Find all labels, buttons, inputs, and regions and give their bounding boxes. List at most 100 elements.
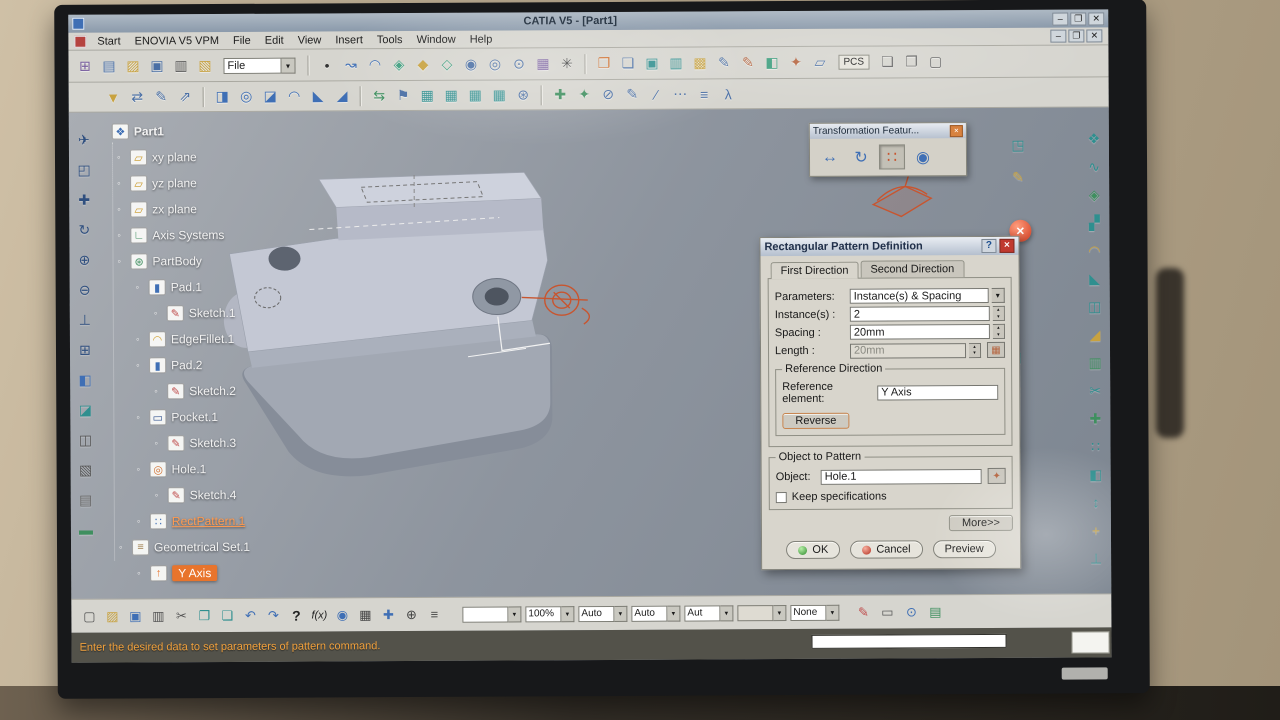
chevron-down-icon[interactable] (826, 604, 839, 620)
tree-item-sketch2[interactable]: Sketch.2 (100, 378, 249, 405)
menu-item[interactable]: Window (410, 32, 463, 46)
instances-input[interactable]: 2 (850, 306, 990, 322)
pocket-tool-icon[interactable]: ◎ (236, 86, 257, 107)
chamfer-icon[interactable]: ◣ (1084, 267, 1106, 289)
cut-icon[interactable]: ✂ (171, 606, 191, 626)
redo-icon[interactable]: ↷ (263, 605, 283, 625)
toolbar-combo[interactable]: None (790, 604, 839, 620)
keep-specifications-checkbox[interactable] (776, 492, 787, 503)
manual-icon[interactable]: ▤ (925, 602, 945, 622)
print-document-icon[interactable]: ▥ (170, 55, 191, 76)
zoom-area-icon[interactable]: ◉ (460, 54, 481, 75)
mirror-icon[interactable]: ◧ (1085, 463, 1107, 485)
length-stepper[interactable]: ▴▾ (969, 343, 981, 358)
tree-item-pad2[interactable]: Pad.2 (100, 352, 249, 379)
dialog-tab[interactable]: First Direction (771, 262, 859, 279)
chevron-down-icon[interactable] (561, 606, 574, 622)
parameters-combo[interactable]: Instance(s) & Spacing (850, 288, 989, 304)
view-mode-icon[interactable]: ◳ (1007, 134, 1029, 156)
normal-view-icon[interactable]: ⊥ (74, 309, 96, 331)
burst-icon[interactable]: ✳ (556, 53, 577, 74)
maximize-button[interactable]: ❐ (1070, 12, 1086, 25)
formula-icon[interactable]: λ (718, 83, 739, 104)
tree-item-sketch3[interactable]: Sketch.3 (100, 430, 249, 457)
fill-surface-icon[interactable]: ◇ (436, 54, 457, 75)
iso-view-icon[interactable]: ◧ (74, 369, 96, 391)
point-icon[interactable]: • (316, 54, 337, 75)
doc-restore-button[interactable]: ❐ (1068, 29, 1084, 42)
pcs-button[interactable]: PCS (838, 55, 869, 70)
catalog-icon[interactable]: ▩ (689, 52, 710, 73)
circular-pattern-icon[interactable]: ◉ (910, 144, 936, 169)
formula-fx-icon[interactable]: f(x) (309, 605, 329, 625)
split-icon[interactable]: ✂ (1084, 379, 1106, 401)
zoom-in-icon[interactable]: ⊕ (73, 249, 95, 271)
menu-item[interactable]: Insert (328, 33, 370, 47)
sew-surface-icon[interactable]: ✚ (1084, 407, 1106, 429)
copy-icon[interactable]: ❐ (194, 606, 214, 626)
new-document-icon[interactable]: ▤ (98, 56, 119, 77)
arc-icon[interactable]: ◠ (364, 54, 385, 75)
object-input[interactable]: Hole.1 (821, 469, 982, 485)
tile-horizontally-icon[interactable]: ❏ (877, 51, 898, 72)
view-front-icon[interactable]: ▦ (441, 85, 462, 106)
reference-element-input[interactable]: Y Axis (877, 384, 998, 400)
shaft-tool-icon[interactable]: ◪ (260, 86, 281, 107)
sketch-analysis-icon[interactable]: ✎ (1007, 166, 1029, 188)
pen-tool-icon[interactable]: ✎ (151, 86, 172, 107)
tree-item-edgefillet1[interactable]: EdgeFillet.1 (100, 326, 249, 353)
help-icon[interactable]: ? (981, 239, 996, 253)
sketch-tools-icon[interactable]: ✎ (622, 84, 643, 105)
zoom-fit-icon[interactable]: ◎ (484, 54, 505, 75)
chevron-down-icon[interactable] (281, 57, 295, 73)
select-object-icon[interactable]: ✦ (988, 468, 1006, 484)
cancel-button[interactable]: Cancel (850, 540, 922, 558)
chevron-down-icon[interactable] (508, 606, 521, 622)
shell-icon[interactable]: ◫ (1084, 295, 1106, 317)
pad-tool-icon[interactable]: ◨ (212, 86, 233, 107)
toolbar-combo[interactable]: Auto (578, 605, 627, 621)
ground-icon[interactable]: ▬ (75, 519, 97, 541)
visualization-icon[interactable]: ◉ (332, 605, 352, 625)
magnifier-icon[interactable]: ⊙ (508, 53, 529, 74)
view-top-icon[interactable]: ▦ (417, 85, 438, 106)
tree-item-y-axis[interactable]: Y Axis (101, 560, 250, 587)
spacing-stepper[interactable]: ▴▾ (993, 324, 1005, 339)
view-side-icon[interactable]: ▦ (465, 85, 486, 106)
chevron-down-icon[interactable] (773, 605, 786, 621)
tree-item-zx-plane[interactable]: zx plane (99, 196, 248, 223)
file-combo-value[interactable]: File (223, 57, 281, 73)
pattern-icon[interactable]: ∷ (1084, 435, 1106, 457)
tree-item-yz-plane[interactable]: yz plane (99, 170, 248, 197)
rotation-icon[interactable]: ↻ (848, 145, 874, 170)
tree-item-sketch1[interactable]: Sketch.1 (100, 300, 249, 327)
eraser-icon[interactable]: ▭ (877, 602, 897, 622)
chevron-down-icon[interactable] (667, 605, 680, 621)
zoom-out-icon[interactable]: ⊖ (74, 279, 96, 301)
menu-item[interactable]: Start (90, 34, 127, 48)
paste-icon[interactable]: ❏ (217, 605, 237, 625)
solid-cube-icon[interactable]: ◧ (761, 52, 782, 73)
close-button[interactable]: ✕ (1088, 12, 1104, 25)
menu-item[interactable]: Help (463, 32, 500, 46)
compass-tool-icon[interactable]: ✦ (785, 52, 806, 73)
reverse-button[interactable]: Reverse (782, 413, 849, 429)
menu-item[interactable]: Tools (370, 33, 410, 47)
fly-mode-icon[interactable]: ✈ (73, 129, 95, 151)
helix-icon[interactable]: ∿ (1083, 155, 1105, 177)
draft-angle-icon[interactable]: ◢ (1084, 323, 1106, 345)
options-dots-icon[interactable]: ⋯ (670, 84, 691, 105)
tree-item-pocket1[interactable]: Pocket.1 (100, 404, 249, 431)
tree-item-axis-systems[interactable]: Axis Systems (99, 222, 248, 249)
loft-surface-icon[interactable]: ◆ (412, 54, 433, 75)
multi-section-icon[interactable]: ◈ (1083, 183, 1105, 205)
document-window-icon[interactable]: ❏ (617, 53, 638, 74)
scaling-icon[interactable]: ↕ (1085, 491, 1107, 513)
tree-item-pad1[interactable]: Pad.1 (100, 274, 249, 301)
close-icon[interactable]: × (999, 239, 1014, 253)
file-combo[interactable]: File (223, 57, 295, 73)
toolbar-combo[interactable] (462, 606, 521, 622)
chevron-down-icon[interactable] (720, 605, 733, 621)
dialog-tab[interactable]: Second Direction (860, 260, 964, 278)
more-button[interactable]: More>> (949, 515, 1013, 531)
